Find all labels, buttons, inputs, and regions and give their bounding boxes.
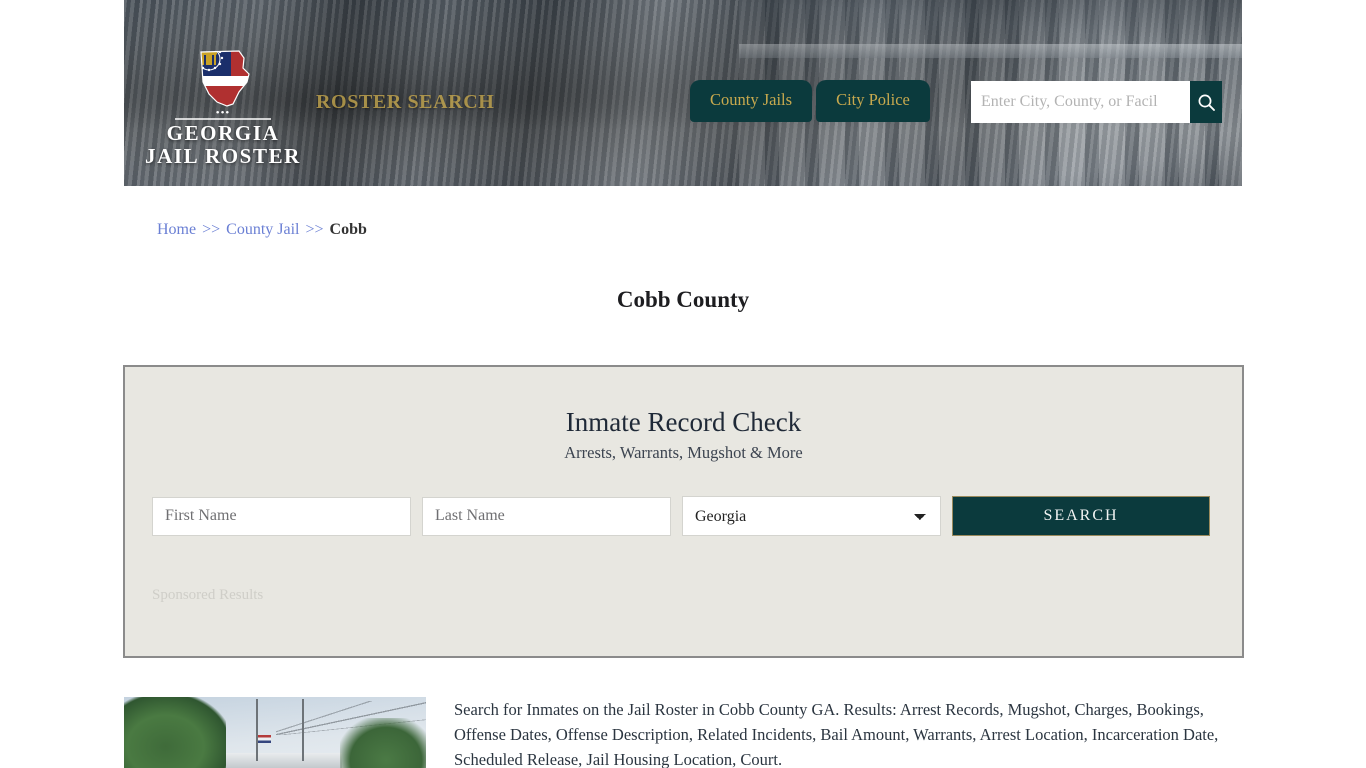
- brand-line-jail-roster: JAIL ROSTER: [145, 143, 301, 168]
- breadcrumb-separator-1: >>: [202, 221, 221, 238]
- brand-divider: [175, 118, 271, 120]
- search-icon: [1198, 94, 1215, 111]
- page-title: Cobb County: [616, 287, 750, 313]
- header-nav: County Jails City Police: [690, 80, 930, 122]
- photo-flag: [258, 735, 271, 743]
- breadcrumb-current: Cobb: [329, 221, 367, 238]
- breadcrumb: Home >> County Jail >> Cobb: [157, 221, 367, 239]
- record-check-subtitle: Arrests, Warrants, Mugshot & More: [564, 443, 803, 462]
- record-check-title: Inmate Record Check: [565, 407, 802, 437]
- header-search-input[interactable]: [971, 81, 1190, 123]
- jail-photo-thumbnail[interactable]: [124, 697, 426, 768]
- page-description: Search for Inmates on the Jail Roster in…: [454, 700, 1219, 768]
- first-name-input[interactable]: [152, 496, 411, 536]
- header-search-bar: [971, 81, 1222, 123]
- page-root: GEORGIA JAIL ROSTER ROSTER SEARCH County…: [0, 0, 1366, 768]
- nav-tab-city-police[interactable]: City Police: [816, 80, 930, 122]
- bottom-content: Search for Inmates on the Jail Roster in…: [124, 697, 1242, 768]
- record-check-form: Georgia SEARCH: [152, 496, 1242, 536]
- brand-line-georgia: GEORGIA: [166, 121, 280, 145]
- header-search-button[interactable]: [1190, 81, 1222, 123]
- photo-tree-right: [340, 718, 426, 768]
- last-name-input[interactable]: [422, 496, 671, 536]
- photo-tree-left: [124, 697, 226, 768]
- georgia-flag-logo-icon: [187, 42, 259, 114]
- breadcrumb-link-home[interactable]: Home: [157, 221, 196, 238]
- photo-pole-right: [302, 699, 304, 761]
- breadcrumb-separator-2: >>: [305, 221, 324, 238]
- site-brand[interactable]: GEORGIA JAIL ROSTER: [133, 42, 313, 167]
- breadcrumb-link-county-jail[interactable]: County Jail: [226, 221, 299, 238]
- record-search-button[interactable]: SEARCH: [952, 496, 1210, 536]
- photo-pole-left: [256, 699, 258, 761]
- inmate-record-check-panel: Inmate Record Check Arrests, Warrants, M…: [123, 365, 1244, 658]
- sponsored-results-label: Sponsored Results: [152, 587, 264, 603]
- nav-tab-county-jails[interactable]: County Jails: [690, 80, 813, 122]
- hero-tagline: ROSTER SEARCH: [316, 91, 495, 113]
- state-select[interactable]: Georgia: [682, 496, 941, 536]
